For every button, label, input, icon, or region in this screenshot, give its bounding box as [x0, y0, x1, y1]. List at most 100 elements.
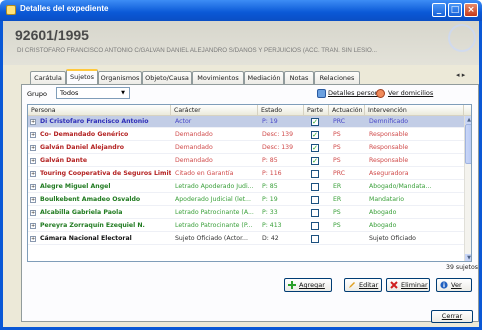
person-details-icon — [317, 88, 326, 98]
sujetos-grid: Persona Carácter Estado Parte Actuación … — [27, 104, 472, 262]
eliminar-button[interactable]: Eliminar — [386, 278, 430, 292]
expediente-window: Detalles del expediente _ □ × 92601/1995… — [0, 0, 482, 330]
grupo-label: Grupo — [27, 90, 47, 98]
window-title: Detalles del expediente — [20, 4, 109, 13]
tab-objeto-causa[interactable]: Objeto/Causa — [142, 71, 192, 84]
cell-intervencion: Abogado — [369, 209, 397, 216]
table-row[interactable]: + Cámara Nacional Electoral Sujeto Oficiad… — [28, 233, 464, 245]
parte-checkbox[interactable] — [311, 235, 319, 243]
expand-icon[interactable]: + — [30, 236, 36, 242]
tab-organismos[interactable]: Organismos — [98, 71, 142, 84]
parte-checkbox[interactable]: ✓ — [311, 118, 319, 126]
col-actuacion[interactable]: Actuación — [329, 105, 365, 116]
tab-sujetos[interactable]: Sujetos — [66, 69, 98, 84]
chevron-down-icon: ▼ — [121, 90, 125, 96]
cell-estado: P: 19 — [262, 196, 278, 203]
expand-icon[interactable]: + — [30, 210, 36, 216]
grupo-select[interactable]: Todos ▼ — [56, 87, 130, 99]
table-row[interactable]: + Touring Cooperativa de Seguros Limitada… — [28, 168, 464, 180]
col-parte[interactable]: Parte — [304, 105, 329, 116]
expand-icon[interactable]: + — [30, 223, 36, 229]
cell-estado: P: 116 — [262, 170, 282, 177]
expand-icon[interactable]: + — [30, 197, 36, 203]
cell-actuacion: PRC — [333, 118, 346, 125]
scroll-up-icon[interactable]: ▲ — [465, 116, 471, 124]
cell-intervencion: Sujeto Oficiado — [369, 235, 416, 242]
cell-estado: P: 413 — [262, 222, 282, 229]
cell-persona: Touring Cooperativa de Seguros Limitada — [40, 170, 171, 177]
cell-estado: P: 19 — [262, 118, 278, 125]
expand-icon[interactable]: + — [30, 119, 36, 125]
table-row[interactable]: + Galván Daniel Alejandro Demandado Desc: 1… — [28, 142, 464, 154]
agregar-button[interactable]: Agregar — [284, 278, 332, 292]
parte-checkbox[interactable] — [311, 196, 319, 204]
tab-scroll-arrows-icon[interactable]: ◂ ▸ — [456, 71, 465, 79]
folder-icon — [6, 5, 16, 15]
close-button[interactable]: × — [464, 3, 478, 17]
info-icon — [440, 281, 448, 289]
tab-movimientos[interactable]: Movimientos — [192, 71, 244, 84]
cell-intervencion: Responsable — [369, 131, 409, 138]
expand-icon[interactable]: + — [30, 132, 36, 138]
parte-checkbox[interactable] — [311, 222, 319, 230]
tab-caratula[interactable]: Carátula — [30, 71, 66, 84]
cell-estado: D: 42 — [262, 235, 279, 242]
table-row[interactable]: + Di Cristofaro Francisco Antonio Actor P: … — [28, 116, 464, 128]
col-intervencion[interactable]: Intervención — [365, 105, 464, 116]
cerrar-button[interactable]: Cerrar — [431, 310, 473, 323]
title-bar: Detalles del expediente _ □ × — [0, 0, 482, 21]
minimize-button[interactable]: _ — [432, 3, 446, 17]
cell-caracter: Demandado — [175, 144, 213, 151]
table-row[interactable]: + Co- Demandado Genérico Demandado Desc: 13… — [28, 129, 464, 141]
cell-estado: P: 85 — [262, 183, 278, 190]
cell-persona: Pereyra Zorraquín Ezequiel N. — [40, 222, 145, 229]
parte-checkbox[interactable] — [311, 170, 319, 178]
scroll-down-icon[interactable]: ▼ — [465, 254, 471, 261]
ver-label: Ver — [451, 281, 462, 289]
cell-persona: Di Cristofaro Francisco Antonio — [40, 118, 149, 125]
table-row[interactable]: + Alcabilla Gabriela Paola Letrado Patroci… — [28, 207, 464, 219]
parte-checkbox[interactable] — [311, 209, 319, 217]
detalles-persona-button[interactable]: Detalles persona — [317, 86, 383, 100]
parte-checkbox[interactable] — [311, 183, 319, 191]
cell-intervencion: Responsable — [369, 144, 409, 151]
address-icon — [376, 88, 385, 98]
scroll-thumb[interactable] — [465, 124, 471, 164]
cell-intervencion: Abogado — [369, 222, 397, 229]
expand-icon[interactable]: + — [30, 171, 36, 177]
parte-checkbox[interactable]: ✓ — [311, 144, 319, 152]
maximize-button[interactable]: □ — [448, 3, 462, 17]
tab-mediacion[interactable]: Mediación — [244, 71, 284, 84]
editar-button[interactable]: Editar — [344, 278, 382, 292]
col-caracter[interactable]: Carácter — [171, 105, 258, 116]
table-row[interactable]: + Pereyra Zorraquín Ezequiel N. Letrado Pa… — [28, 220, 464, 232]
expand-icon[interactable]: + — [30, 145, 36, 151]
pencil-icon — [349, 282, 355, 288]
cell-estado: P: 85 — [262, 157, 278, 164]
cell-intervencion: Responsable — [369, 157, 409, 164]
table-row[interactable]: + Boulkebent Amadeo Osvaldo Apoderado Judi… — [28, 194, 464, 206]
tab-relaciones[interactable]: Relaciones — [314, 71, 360, 84]
col-estado[interactable]: Estado — [258, 105, 304, 116]
ver-button[interactable]: Ver — [436, 278, 472, 292]
expand-icon[interactable]: + — [30, 158, 36, 164]
cell-persona: Alegre Miguel Angel — [40, 183, 111, 190]
add-icon — [288, 281, 296, 289]
table-row[interactable]: + Alegre Miguel Angel Letrado Apoderado Ju… — [28, 181, 464, 193]
cell-intervencion: Abogado/Mandata... — [369, 183, 432, 190]
tab-notas[interactable]: Notas — [284, 71, 314, 84]
ver-domicilios-button[interactable]: Ver domicilios — [376, 86, 433, 100]
parte-checkbox[interactable]: ✓ — [311, 157, 319, 165]
cell-caracter: Apoderado Judicial (let... — [175, 196, 251, 203]
cell-persona: Alcabilla Gabriela Paola — [40, 209, 123, 216]
agregar-label: Agregar — [299, 281, 325, 289]
cell-intervencion: Mandatario — [369, 196, 405, 203]
table-row[interactable]: + Galván Dante Demandado P: 85 PS Responsable… — [28, 155, 464, 167]
parte-checkbox[interactable]: ✓ — [311, 131, 319, 139]
eliminar-label: Eliminar — [401, 281, 428, 289]
cell-intervencion: Aseguradora — [369, 170, 409, 177]
grid-scrollbar[interactable]: ▲ ▼ — [464, 116, 471, 261]
expand-icon[interactable]: + — [30, 184, 36, 190]
col-persona[interactable]: Persona — [28, 105, 171, 116]
cell-caracter: Letrado Apoderado Judi... — [175, 183, 254, 190]
